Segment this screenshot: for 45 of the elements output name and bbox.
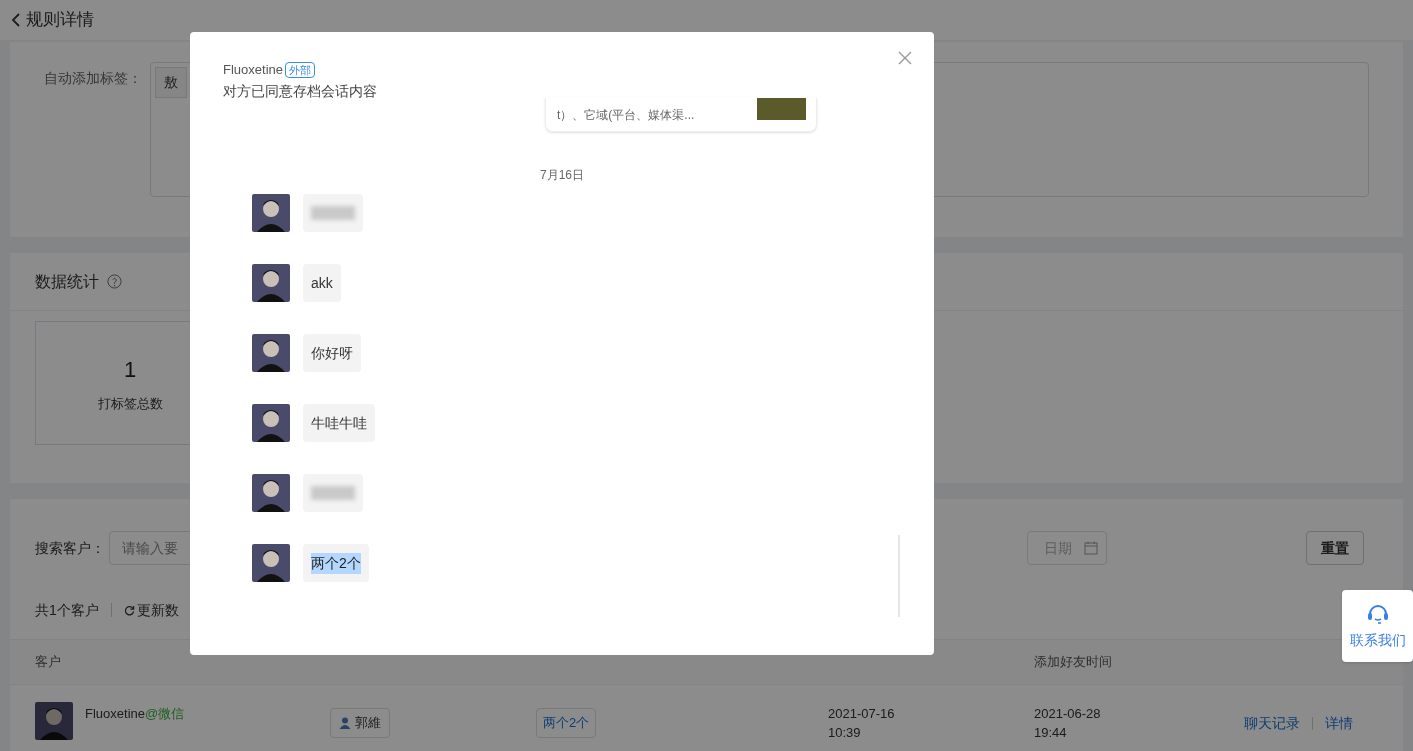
external-badge: 外部 (285, 61, 315, 78)
customer-count: 共1个客户 (35, 600, 99, 620)
avatar-icon (252, 194, 290, 232)
calendar-icon (1084, 541, 1098, 555)
stat-value: 1 (123, 355, 137, 384)
message-bubble: akk (303, 264, 341, 302)
message-bubble: 两个2个 (303, 544, 369, 582)
avatar-icon (252, 474, 290, 512)
avatar-icon (252, 264, 290, 302)
field-label: 自动添加标签： (44, 69, 142, 88)
consent-text: 对方已同意存档会话内容 (223, 81, 377, 101)
table-cell-text: 2021-07-16 10:39 (828, 705, 896, 742)
avatar-icon (252, 334, 290, 372)
customer-name: Fluoxetine@微信 (85, 705, 185, 723)
action-link[interactable]: 详情 (1325, 712, 1353, 734)
contact-button[interactable]: 联系我们 (1342, 590, 1413, 662)
back-icon[interactable] (10, 13, 22, 27)
avatar-icon (35, 702, 73, 740)
refresh-link[interactable]: 更新数 (123, 599, 179, 621)
stat-label: 打标签总数 (97, 394, 163, 413)
link-card[interactable]: t）、它域(平台、媒体渠... (545, 98, 817, 132)
blurred-message (303, 194, 363, 232)
field-label: 搜索客户： (35, 538, 105, 558)
photo-placeholder (757, 98, 806, 120)
reset-button[interactable]: 重置 (1306, 531, 1364, 565)
table-cell-text: 2021-06-28 19:44 (1034, 705, 1102, 742)
message-bubble: 你好呀 (303, 334, 361, 372)
blurred-message (303, 474, 363, 512)
message-bubble: 牛哇牛哇 (303, 404, 375, 442)
section-title: 数据统计 (35, 271, 99, 292)
avatar-icon (252, 404, 290, 442)
person-icon (339, 717, 351, 729)
column-header: 添加好友时间 (1034, 653, 1112, 672)
tag: 敖 (155, 67, 187, 98)
help-icon[interactable] (107, 274, 122, 289)
close-icon[interactable] (898, 51, 912, 65)
contact-name: Fluoxetine (223, 61, 283, 79)
refresh-icon (123, 604, 135, 616)
column-header: 客户 (34, 653, 62, 672)
chat-date: 7月16日 (539, 167, 585, 184)
employee-tag: 郭維 (330, 708, 390, 738)
action-link[interactable]: 聊天记录 (1244, 712, 1300, 734)
page-title: 规则详情 (26, 9, 94, 32)
avatar-icon (252, 544, 290, 582)
tag: 两个2个 (536, 708, 597, 738)
